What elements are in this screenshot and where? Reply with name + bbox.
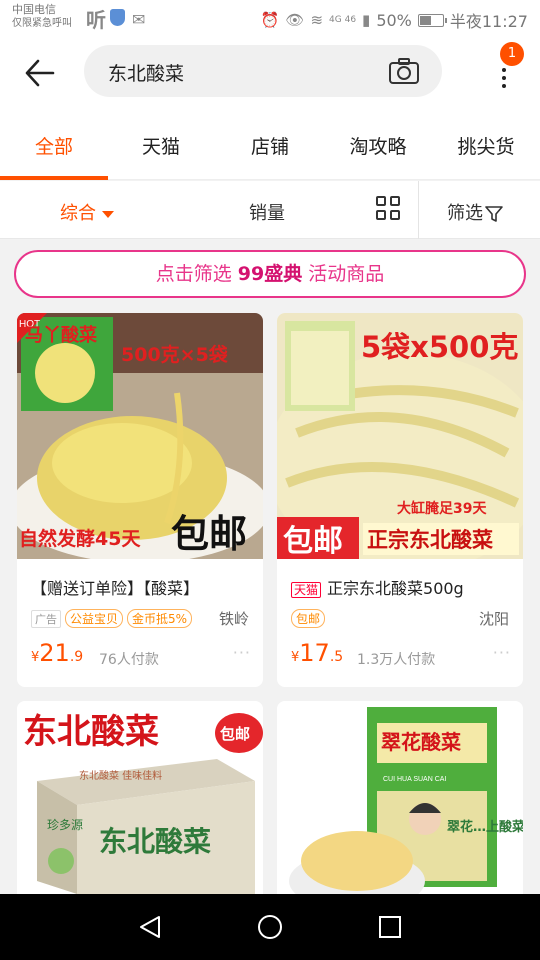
image-spec: 500克×5袋 [121, 343, 229, 366]
category-tabs: 全部 天猫 店铺 淘攻略 挑尖货 [0, 110, 540, 180]
tab-shops[interactable]: 店铺 [225, 132, 315, 159]
promo-highlight: 99盛典 [237, 263, 303, 285]
more-dots-icon[interactable]: ··· [493, 643, 511, 662]
battery-level [419, 15, 431, 25]
free-shipping-tag: 包邮 [291, 609, 326, 628]
product-image: 翠花酸菜 CUI HUA SUAN CAI 翠花…上酸菜 [277, 701, 523, 894]
tab-premium[interactable]: 挑尖货 [441, 132, 531, 159]
back-nav-icon[interactable] [140, 916, 160, 938]
filter-label: 筛选 [447, 203, 483, 224]
image-brand: 翠花酸菜 [381, 730, 461, 754]
caret-down-icon [102, 210, 114, 218]
wechat-icon: ✉ [132, 10, 146, 29]
status-right: ⏰ 👁 ≋ 4G 46 ▮ 50% 半夜11:27 [261, 8, 528, 32]
status-bar: 中国电信 仅限紧急呼叫 听 ✉ ⏰ 👁 ≋ 4G 46 ▮ 50% 半夜11:2… [0, 0, 540, 36]
charity-tag: 公益宝贝 [65, 609, 124, 628]
system-nav-bar [0, 894, 540, 960]
product-image: HOT 马丫酸菜 500克×5袋 自然发酵45天 包邮 [17, 313, 263, 559]
notification-badge: 1 [500, 42, 524, 66]
clock: 半夜11:27 [449, 12, 528, 31]
image-ferment: 自然发酵45天 [19, 527, 141, 550]
coin-tag: 金币抵5% [127, 609, 193, 628]
eye-icon: 👁 [285, 11, 305, 29]
image-headline: 东北酸菜 [23, 712, 159, 752]
recents-nav-icon[interactable] [379, 916, 401, 938]
promo-suffix: 活动商品 [308, 263, 385, 285]
wifi-icon: ≋ [310, 11, 324, 29]
product-card[interactable]: 翠花酸菜 CUI HUA SUAN CAI 翠花…上酸菜 [277, 701, 523, 901]
tab-guides[interactable]: 淘攻略 [333, 132, 423, 159]
sort-sales[interactable]: 销量 [249, 199, 285, 225]
search-header: 东北酸菜 1 [0, 36, 540, 110]
product-title: 正宗东北酸菜500g [327, 579, 464, 598]
back-arrow-icon[interactable] [24, 58, 56, 88]
home-nav-icon[interactable] [258, 915, 282, 939]
camera-icon[interactable] [388, 56, 420, 86]
image-side: 翠花…上酸菜 [447, 819, 523, 835]
product-price: ¥21.9 [31, 639, 84, 667]
carrier-name: 中国电信 [12, 3, 56, 16]
image-free-ship: 包邮 [171, 512, 247, 556]
promo-prefix: 点击筛选 [155, 263, 232, 285]
sort-comprehensive[interactable]: 综合 [60, 199, 114, 225]
box-brand: 珍多源 [47, 818, 83, 832]
tmall-tag: 天猫 [291, 582, 322, 598]
product-image: 5袋x500克 大缸腌足39天 包邮 正宗东北酸菜 [277, 313, 523, 559]
box-name: 东北酸菜 [99, 825, 211, 858]
search-input[interactable]: 东北酸菜 [108, 59, 184, 86]
carrier-info: 中国电信 仅限紧急呼叫 [12, 3, 72, 31]
image-jar: 大缸腌足39天 [397, 500, 487, 517]
product-tags: 包邮 [291, 609, 326, 628]
product-title: 【赠送订单险】【酸菜】 [31, 579, 200, 598]
battery-percent: 50% [376, 10, 412, 30]
battery-icon [417, 13, 447, 27]
search-box[interactable]: 东北酸菜 [84, 45, 442, 97]
product-image: 东北酸菜 包邮 东北酸菜 佳味佳料 珍多源 东北酸菜 [17, 701, 263, 894]
tab-all[interactable]: 全部 [9, 132, 99, 159]
paid-count: 76人付款 [99, 652, 159, 668]
network-indicator: 4G 46 [329, 15, 357, 25]
image-brand: 马丫酸菜 [25, 324, 97, 346]
image-free-ship: 包邮 [220, 725, 250, 743]
product-location: 铁岭 [218, 610, 249, 628]
tab-tmall[interactable]: 天猫 [116, 132, 206, 159]
product-card[interactable]: 5袋x500克 大缸腌足39天 包邮 正宗东北酸菜 天猫 正宗东北酸菜500g 包… [277, 313, 523, 687]
product-card[interactable]: HOT 马丫酸菜 500克×5袋 自然发酵45天 包邮 【赠送订单险】【酸菜】 … [17, 313, 263, 687]
shield-icon [110, 9, 125, 26]
sort-comprehensive-label: 综合 [60, 203, 96, 224]
funnel-icon [485, 206, 503, 222]
promo-banner[interactable]: 点击筛选 99盛典 活动商品 [14, 250, 526, 298]
product-location: 沈阳 [478, 610, 509, 628]
paid-count: 1.3万人付款 [357, 652, 436, 668]
product-price: ¥17.5 [291, 639, 344, 667]
emergency-only: 仅限紧急呼叫 [12, 18, 72, 29]
signal-icon: ▮ [362, 11, 371, 29]
product-tags: 广告 公益宝贝 金币抵5% [31, 609, 193, 628]
image-free-ship: 包邮 [283, 524, 343, 559]
box-top-text: 东北酸菜 佳味佳料 [79, 769, 162, 782]
sort-bar: 综合 销量 筛选 [0, 181, 540, 239]
active-tab-indicator [0, 176, 108, 180]
product-card[interactable]: 东北酸菜 包邮 东北酸菜 佳味佳料 珍多源 东北酸菜 [17, 701, 263, 901]
image-pinyin: CUI HUA SUAN CAI [383, 776, 446, 783]
more-dots-icon[interactable]: ··· [233, 643, 251, 662]
divider [418, 181, 419, 239]
image-spec: 5袋x500克 [361, 330, 518, 364]
alarm-icon: ⏰ [260, 11, 280, 29]
ting-app-icon: 听 [86, 8, 106, 32]
grid-view-icon[interactable] [376, 196, 402, 222]
image-name: 正宗东北酸菜 [367, 528, 493, 552]
product-title-row: 天猫 正宗东北酸菜500g [291, 575, 464, 599]
filter-button[interactable]: 筛选 [447, 199, 503, 225]
ad-tag: 广告 [31, 609, 61, 628]
